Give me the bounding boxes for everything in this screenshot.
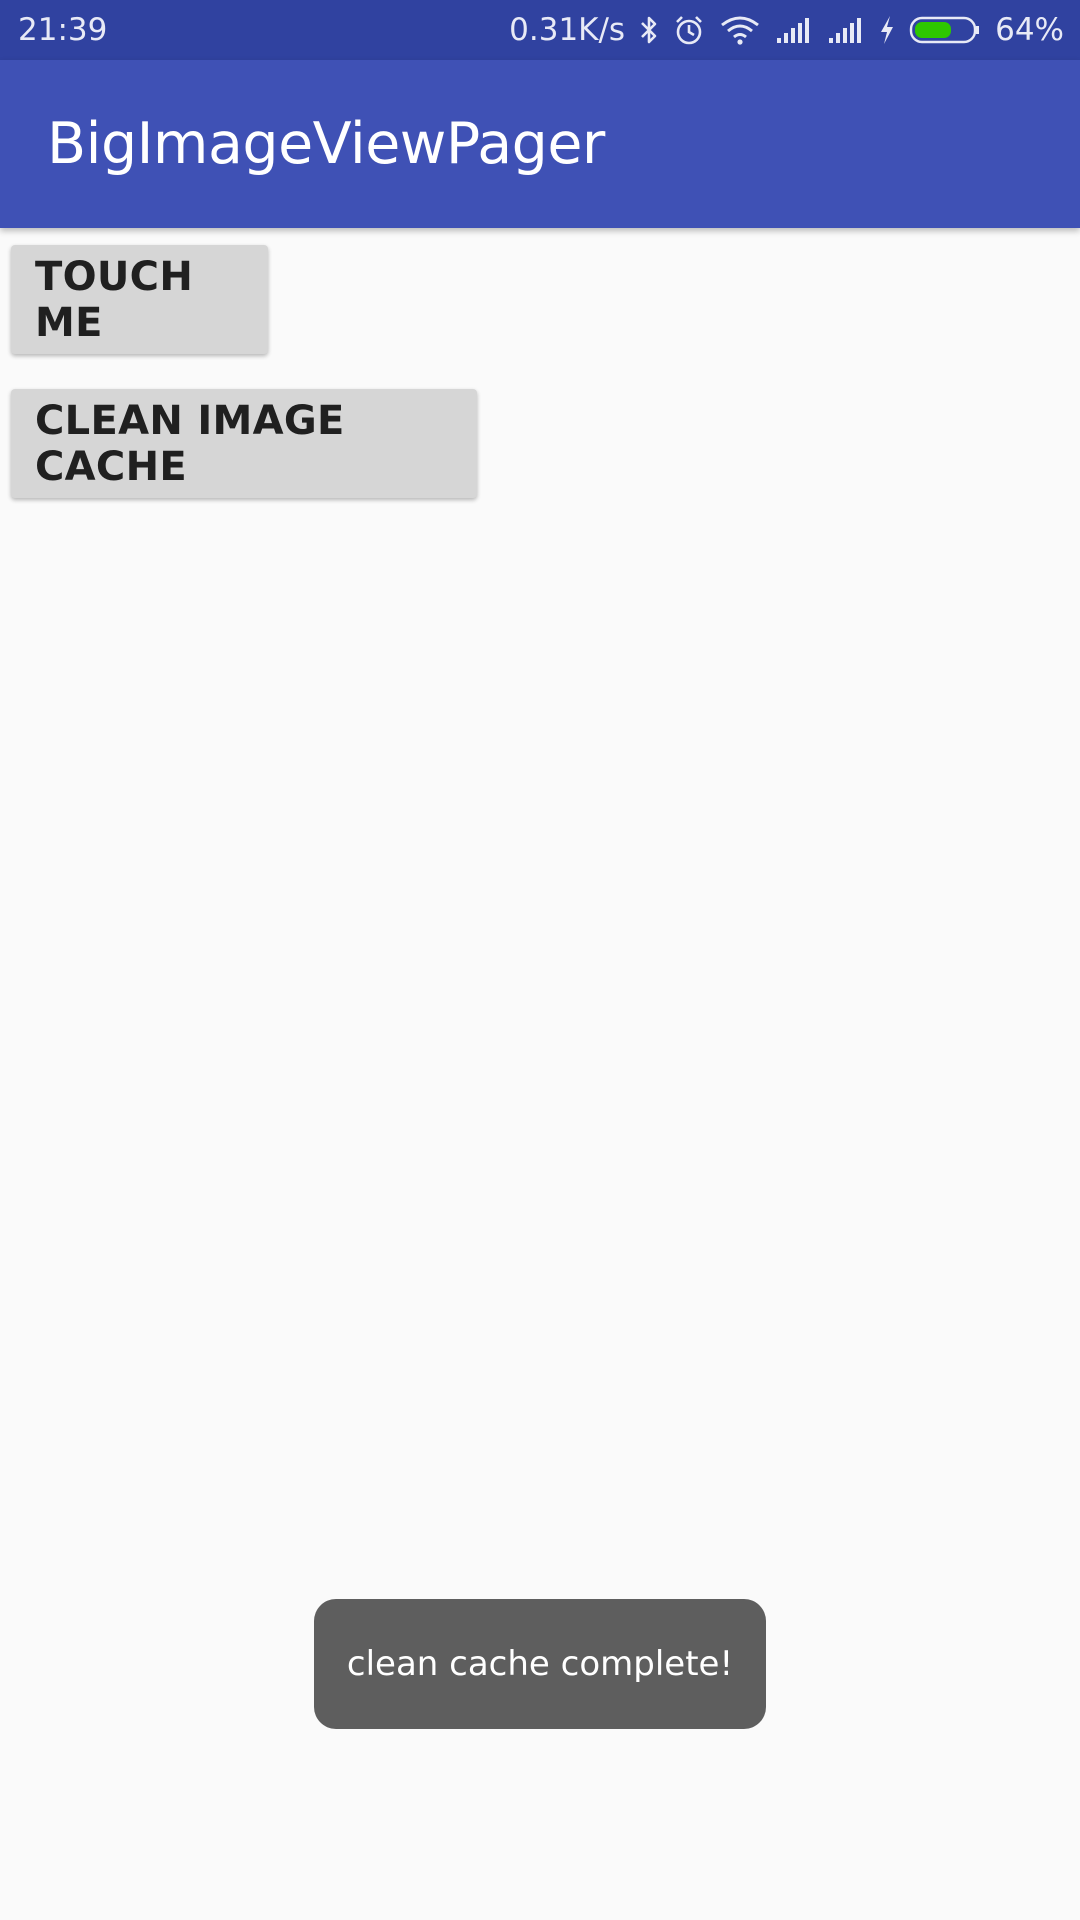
app-bar: BigImageViewPager <box>0 60 1080 228</box>
wifi-icon <box>719 15 761 45</box>
status-icons: 0.31K/s 64% <box>509 12 1064 48</box>
charging-icon <box>879 15 895 45</box>
app-title: BigImageViewPager <box>47 111 605 177</box>
signal-icon <box>827 16 865 44</box>
toast-message: clean cache complete! <box>346 1644 734 1684</box>
battery-percent: 64% <box>995 12 1064 48</box>
touch-me-button[interactable]: TOUCH ME <box>11 245 268 354</box>
alarm-icon <box>673 14 705 46</box>
network-speed: 0.31K/s <box>509 12 626 48</box>
status-bar: 21:39 0.31K/s 64% <box>0 0 1080 60</box>
signal-icon <box>775 16 813 44</box>
bluetooth-icon <box>639 14 659 46</box>
clean-image-cache-button[interactable]: CLEAN IMAGE CACHE <box>11 389 477 498</box>
toast: clean cache complete! <box>314 1599 766 1729</box>
battery-icon <box>909 15 981 45</box>
battery-fill <box>915 22 952 38</box>
status-time: 21:39 <box>18 12 108 48</box>
